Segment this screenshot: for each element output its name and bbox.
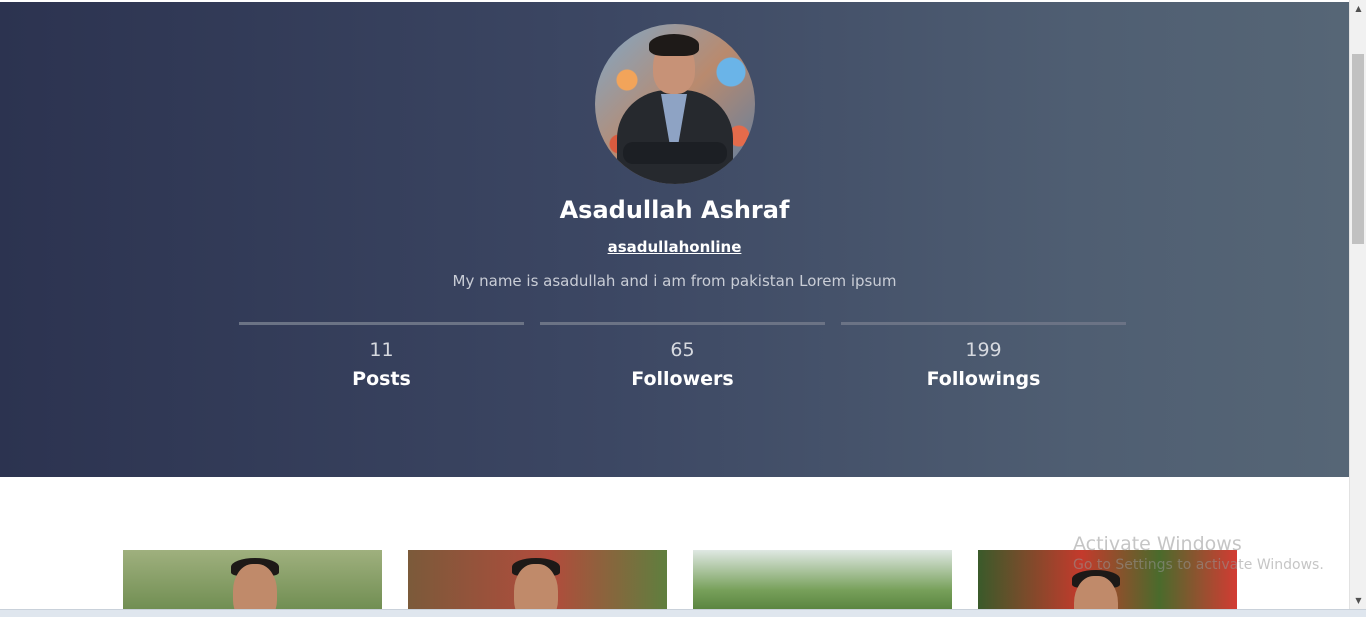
avatar-arms <box>623 142 727 164</box>
vertical-scrollbar[interactable]: ▲ ▼ <box>1349 0 1366 617</box>
watermark-subtitle: Go to Settings to activate Windows. <box>1073 557 1324 573</box>
taskbar <box>0 609 1366 617</box>
page: Asadullah Ashraf asadullahonline My name… <box>0 0 1349 617</box>
stat-followers[interactable]: 65 Followers <box>540 322 825 390</box>
stat-followings[interactable]: 199 Followings <box>841 322 1126 390</box>
watermark-title: Activate Windows <box>1073 533 1242 555</box>
profile-name: Asadullah Ashraf <box>559 196 790 224</box>
scroll-down-icon[interactable]: ▼ <box>1350 592 1366 609</box>
post-thumbnail[interactable] <box>123 550 382 617</box>
stat-posts-value: 11 <box>369 339 394 361</box>
stat-followings-value: 199 <box>965 339 1002 361</box>
stat-posts-label: Posts <box>352 368 411 390</box>
stat-posts[interactable]: 11 Posts <box>239 322 524 390</box>
profile-handle-wrapper: asadullahonline <box>0 237 1349 256</box>
post-thumbnail[interactable] <box>408 550 667 617</box>
profile-avatar[interactable] <box>595 24 755 184</box>
stat-divider <box>841 322 1126 325</box>
stat-followings-label: Followings <box>926 368 1041 390</box>
stat-divider <box>239 322 524 325</box>
profile-username-link[interactable]: asadullahonline <box>608 238 742 256</box>
stat-followers-label: Followers <box>631 368 734 390</box>
stat-divider <box>540 322 825 325</box>
stat-followers-value: 65 <box>670 339 695 361</box>
avatar-hair <box>649 34 699 56</box>
profile-bio: My name is asadullah and i am from pakis… <box>452 272 897 290</box>
scroll-up-icon[interactable]: ▲ <box>1350 0 1366 17</box>
post-thumbnail[interactable] <box>693 550 952 617</box>
profile-header: Asadullah Ashraf asadullahonline My name… <box>0 2 1349 477</box>
scrollbar-thumb[interactable] <box>1352 54 1364 244</box>
windows-activation-watermark: Activate Windows Go to Settings to activ… <box>1073 533 1324 573</box>
